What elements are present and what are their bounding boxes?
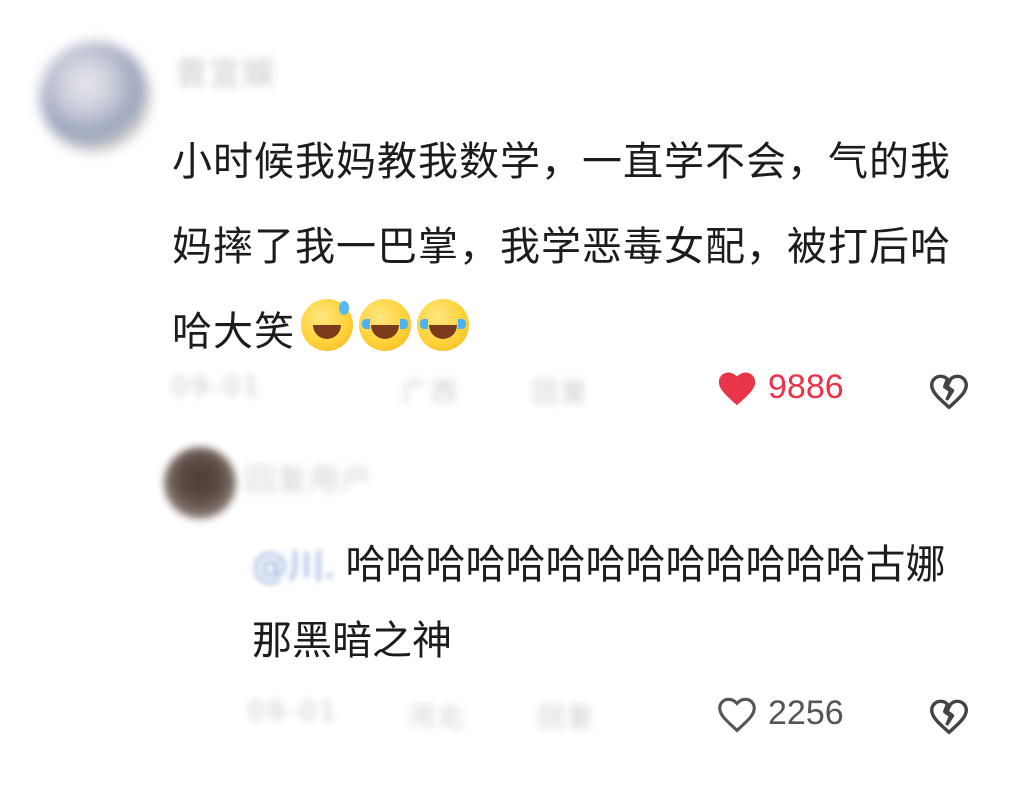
reply-dislike-button[interactable] bbox=[928, 697, 970, 739]
broken-heart-icon bbox=[930, 374, 968, 410]
tears-of-joy-emoji-icon bbox=[417, 299, 469, 351]
reply-body: @川. 哈哈哈哈哈哈哈哈哈哈哈哈哈古娜那黑暗之神 bbox=[252, 528, 952, 679]
like-count: 9886 bbox=[768, 368, 844, 406]
reply-location: 河北 bbox=[408, 703, 467, 733]
sweat-grin-emoji-icon bbox=[301, 299, 353, 351]
broken-heart-icon bbox=[930, 699, 968, 735]
comment-text: 小时候我妈教我数学，一直学不会，气的我妈摔了我一巴掌，我学恶毒女配，被打后哈哈大… bbox=[172, 139, 951, 355]
heart-filled-icon bbox=[718, 371, 756, 405]
comment-time: 09-01 bbox=[172, 372, 263, 402]
reply-time: 09-01 bbox=[248, 697, 339, 727]
reply-username[interactable]: 回复用户 bbox=[245, 455, 373, 499]
heart-outline-icon bbox=[718, 697, 756, 733]
reply-mention[interactable]: @川. bbox=[252, 529, 335, 604]
dislike-button[interactable] bbox=[928, 372, 970, 414]
reply-like-button[interactable]: 2256 bbox=[716, 694, 844, 733]
avatar[interactable] bbox=[40, 42, 150, 152]
comment-location: 广西 bbox=[402, 378, 461, 408]
reply-like-count: 2256 bbox=[768, 694, 844, 732]
comment-body: 小时候我妈教我数学，一直学不会，气的我妈摔了我一巴掌，我学恶毒女配，被打后哈哈大… bbox=[172, 120, 972, 375]
reply-avatar[interactable] bbox=[164, 447, 236, 519]
reply-text: 哈哈哈哈哈哈哈哈哈哈哈哈哈古娜那黑暗之神 bbox=[252, 542, 946, 664]
tears-of-joy-emoji-icon bbox=[359, 299, 411, 351]
reply-button[interactable]: 回复 bbox=[532, 372, 590, 409]
reply-reply-button[interactable]: 回复 bbox=[538, 697, 596, 734]
comment-username[interactable]: 曾宜娱 bbox=[175, 48, 277, 94]
like-button[interactable]: 9886 bbox=[716, 368, 844, 407]
